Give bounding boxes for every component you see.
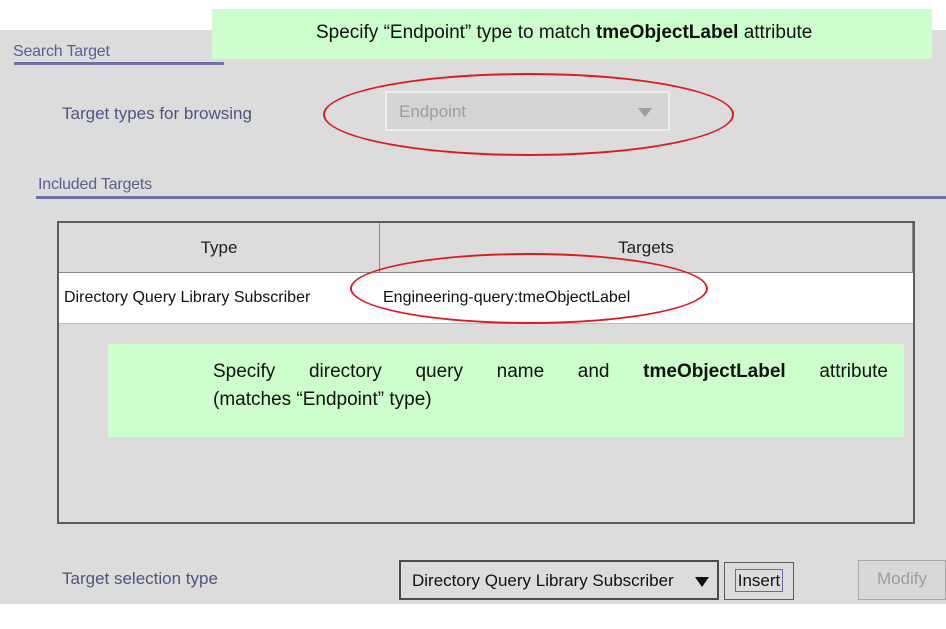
target-types-label: Target types for browsing bbox=[62, 104, 252, 123]
target-selection-dropdown[interactable]: Directory Query Library Subscriber bbox=[399, 560, 719, 600]
cell-type: Directory Query Library Subscriber bbox=[64, 289, 311, 306]
target-selection-label: Target selection type bbox=[62, 569, 218, 588]
section-title-included-targets: Included Targets bbox=[38, 176, 152, 193]
highlight-ellipse bbox=[350, 253, 708, 324]
highlight-ellipse bbox=[323, 73, 734, 156]
target-selection-value: Directory Query Library Subscriber bbox=[412, 571, 674, 590]
insert-button-label: Insert bbox=[734, 569, 784, 592]
section-title-search-target: Search Target bbox=[13, 43, 110, 60]
insert-button[interactable]: Insert bbox=[724, 562, 794, 600]
callout-text: Specify “Endpoint” type to match tmeObje… bbox=[316, 22, 813, 43]
modify-button[interactable]: Modify bbox=[858, 560, 946, 600]
section-divider bbox=[36, 196, 946, 199]
dropdown-arrow-icon bbox=[695, 577, 709, 587]
callout-endpoint-type: Specify “Endpoint” type to match tmeObje… bbox=[212, 9, 932, 59]
callout-directory-query: Specify directory query name and tmeObje… bbox=[108, 344, 904, 437]
column-header-type[interactable]: Type bbox=[59, 223, 380, 273]
section-divider bbox=[14, 62, 224, 65]
callout-text: Specify directory query name and tmeObje… bbox=[213, 361, 889, 382]
callout-text: (matches “Endpoint” type) bbox=[213, 389, 432, 410]
bottom-margin bbox=[0, 604, 946, 629]
